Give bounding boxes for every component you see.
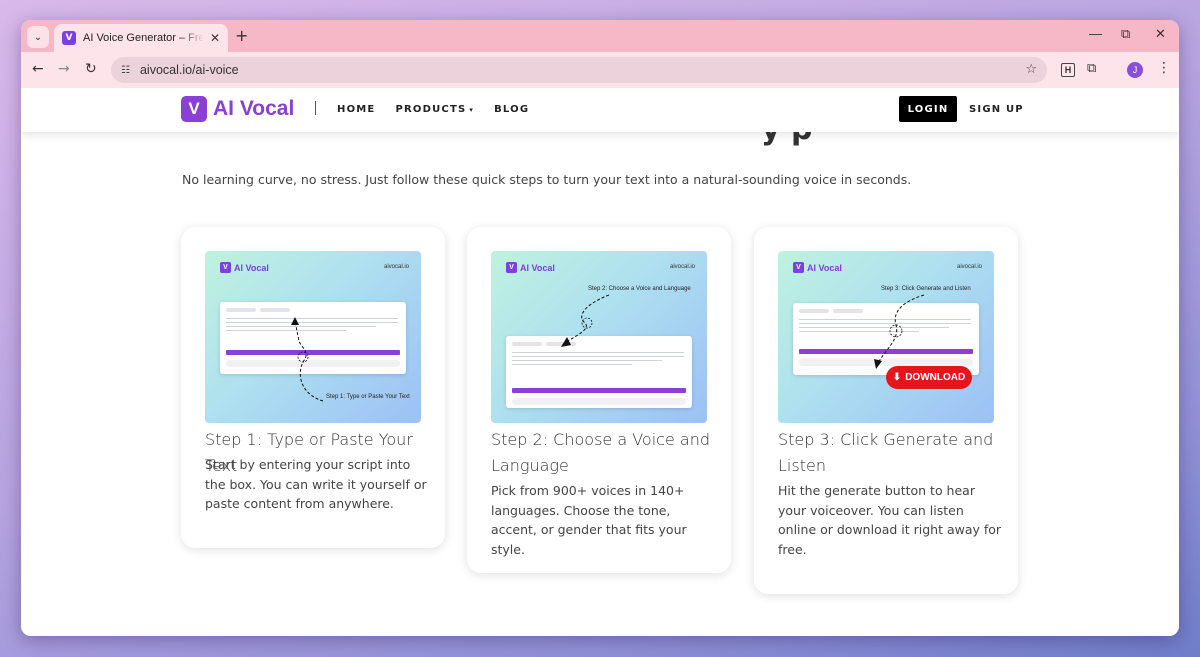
step-2-title: Step 2: Choose a Voice and Language: [491, 430, 710, 475]
restore-icon[interactable]: ⧉: [1121, 26, 1130, 42]
nav-products-label: PRODUCTS: [395, 104, 467, 115]
favicon-icon: V: [62, 31, 76, 45]
site-header: V AI Vocal HOME PRODUCTS ▾ BLOG LOGIN SIG…: [21, 88, 1179, 132]
step-1-text: Start by entering your script into the b…: [205, 457, 427, 511]
dashed-arrow-icon: [874, 294, 925, 369]
nav-home[interactable]: HOME: [337, 104, 375, 115]
step-card-3: V AI Vocal aivocal.io Step 3: Click Gene…: [754, 227, 1018, 594]
close-window-icon[interactable]: ✕: [1155, 26, 1166, 42]
main-nav: HOME PRODUCTS ▾ BLOG: [337, 104, 529, 115]
step-3-image: V AI Vocal aivocal.io Step 3: Click Gene…: [778, 251, 994, 423]
site-info-icon[interactable]: ☷: [121, 65, 130, 76]
bookmark-star-icon[interactable]: ☆: [1025, 62, 1037, 77]
download-label: DOWNLOAD: [905, 372, 966, 383]
dashed-arrow-icon: [561, 294, 610, 347]
step-3-text: Hit the generate button to hear your voi…: [778, 483, 1002, 557]
new-tab-plus-icon[interactable]: +: [235, 26, 248, 45]
tab-title: AI Voice Generator – Free Text to Speech: [83, 32, 204, 44]
step-card-1: V AI Vocal aivocal.io Step 1: Type or Pa…: [181, 227, 445, 548]
tab-close-icon[interactable]: ✕: [210, 31, 220, 45]
reload-icon[interactable]: ↻: [85, 61, 97, 77]
logo-mark-icon: V: [181, 96, 207, 122]
caret-down-icon: ▾: [469, 106, 475, 114]
nav-divider: [315, 101, 316, 115]
forward-arrow-icon[interactable]: →: [58, 61, 70, 77]
address-bar[interactable]: ☷ aivocal.io/ai-voice ☆: [111, 57, 1047, 83]
minimize-icon[interactable]: —: [1089, 26, 1102, 41]
extension-h-icon[interactable]: H: [1061, 63, 1075, 77]
browser-menu-icon[interactable]: ⋮: [1157, 60, 1171, 76]
step-1-image: V AI Vocal aivocal.io Step 1: Type or Pa…: [205, 251, 421, 423]
url-text[interactable]: aivocal.io/ai-voice: [140, 63, 239, 77]
step-3-title: Step 3: Click Generate and Listen: [778, 430, 994, 475]
back-arrow-icon[interactable]: ←: [32, 61, 44, 77]
profile-avatar[interactable]: J: [1127, 62, 1143, 78]
image-caption: Step 1: Type or Paste Your Text: [326, 394, 410, 400]
tab-search-chevron-icon[interactable]: ⌄: [27, 26, 49, 48]
login-button[interactable]: LOGIN: [899, 96, 957, 122]
page-viewport: V AI Vocal HOME PRODUCTS ▾ BLOG LOGIN SIG…: [21, 88, 1179, 636]
intro-text: No learning curve, no stress. Just follo…: [182, 172, 912, 187]
signup-link[interactable]: SIGN UP: [969, 104, 1024, 115]
step-2-image: V AI Vocal aivocal.io Step 2: Choose a V…: [491, 251, 707, 423]
nav-products[interactable]: PRODUCTS ▾: [395, 104, 474, 115]
logo-text: AI Vocal: [213, 97, 295, 120]
image-download-button: ⬇ DOWNLOAD: [886, 366, 972, 389]
browser-tab[interactable]: V AI Voice Generator – Free Text to Spee…: [54, 24, 228, 52]
tab-strip: ⌄ V AI Voice Generator – Free Text to Sp…: [21, 20, 1179, 52]
step-card-2: V AI Vocal aivocal.io Step 2: Choose a V…: [467, 227, 731, 573]
site-logo[interactable]: V AI Vocal: [181, 96, 294, 122]
browser-window: ⌄ V AI Voice Generator – Free Text to Sp…: [21, 20, 1179, 636]
download-arrow-icon: ⬇: [892, 372, 902, 383]
nav-blog[interactable]: BLOG: [494, 104, 529, 115]
browser-toolbar: ← → ↻ ☷ aivocal.io/ai-voice ☆ H ⧉ J ⋮: [21, 52, 1179, 88]
extensions-puzzle-icon[interactable]: ⧉: [1087, 61, 1096, 76]
step-2-text: Pick from 900+ voices in 140+ languages.…: [491, 483, 687, 557]
